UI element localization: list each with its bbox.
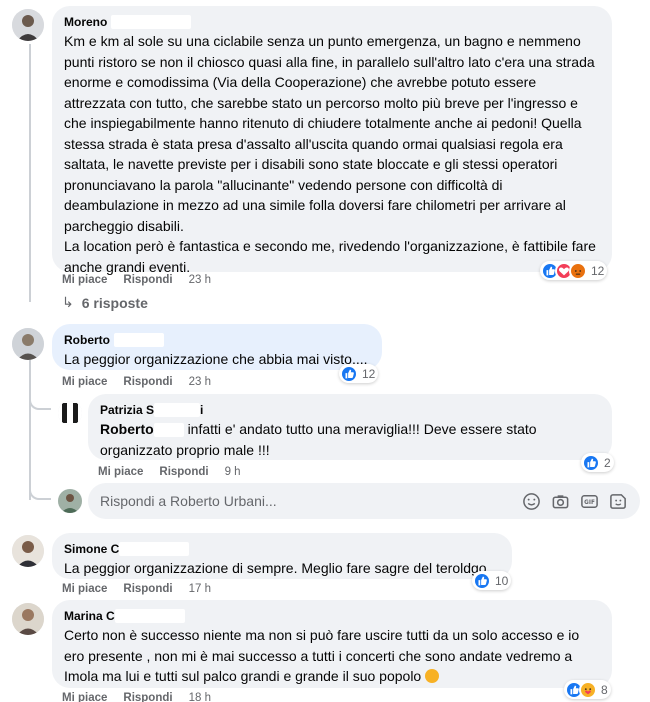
- thread-curve: [29, 470, 51, 500]
- reaction-summary[interactable]: 12: [339, 364, 379, 383]
- angry-icon: [569, 261, 587, 280]
- like-button[interactable]: Mi piace: [62, 274, 107, 286]
- comment-actions: Mi piace Rispondi 23 h: [62, 376, 211, 388]
- comment-text: Roberto infatti e' andato tutto una mera…: [100, 421, 537, 458]
- reply-input[interactable]: Rispondi a Roberto Urbani... GIF: [88, 483, 640, 519]
- like-button[interactable]: Mi piace: [98, 466, 143, 478]
- emoji-icon[interactable]: [522, 492, 541, 511]
- svg-text:GIF: GIF: [584, 499, 595, 505]
- comment-text: Km e km al sole su una ciclabile senza u…: [64, 33, 595, 234]
- comment-actions: Mi piace Rispondi 23 h: [62, 274, 211, 286]
- comment-author[interactable]: Marina C: [64, 608, 600, 623]
- reply-input-placeholder: Rispondi a Roberto Urbani...: [100, 493, 277, 509]
- reaction-summary[interactable]: 2: [581, 453, 614, 472]
- comment-time[interactable]: 23 h: [189, 376, 211, 388]
- reply-bubble: Patrizia Si Roberto infatti e' andato tu…: [88, 394, 612, 460]
- reaction-count: 2: [604, 455, 611, 470]
- comment-text: Certo non è successo niente ma non si pu…: [64, 627, 580, 684]
- comment-author[interactable]: Simone C: [64, 541, 500, 556]
- sticker-icon[interactable]: [609, 492, 628, 511]
- comment-time[interactable]: 23 h: [189, 274, 211, 286]
- reaction-summary[interactable]: 12: [540, 261, 608, 280]
- comment-bubble: Roberto La peggior organizzazione che ab…: [52, 324, 382, 370]
- gif-icon[interactable]: GIF: [580, 492, 599, 511]
- comment-time[interactable]: 9 h: [225, 466, 241, 478]
- comment-bubble: Moreno Km e km al sole su una ciclabile …: [52, 6, 612, 275]
- reaction-count: 12: [591, 263, 605, 278]
- comment-bubble: Simone C La peggior organizzazione di se…: [52, 533, 512, 579]
- comment-time[interactable]: 18 h: [189, 692, 211, 702]
- care-icon: [579, 680, 597, 699]
- reply-button[interactable]: Rispondi: [123, 692, 172, 702]
- reply-button[interactable]: Rispondi: [159, 466, 208, 478]
- thread-curve: [29, 380, 51, 410]
- reaction-count: 12: [362, 366, 376, 381]
- current-user-avatar[interactable]: [58, 489, 82, 513]
- hug-emoji-icon: [425, 669, 440, 683]
- comment-text-2: La location però è fantastica e secondo …: [64, 238, 596, 275]
- avatar[interactable]: [12, 9, 44, 41]
- reply-tools: GIF: [522, 492, 628, 511]
- mention-link[interactable]: Roberto: [100, 421, 154, 437]
- like-icon: [340, 364, 358, 383]
- view-replies-link[interactable]: ↳ 6 risposte: [62, 294, 148, 311]
- avatar[interactable]: [12, 603, 44, 635]
- comment-author[interactable]: Moreno: [64, 14, 600, 29]
- comment-time[interactable]: 17 h: [189, 583, 211, 595]
- like-button[interactable]: Mi piace: [62, 583, 107, 595]
- comment-text: La peggior organizzazione di sempre. Meg…: [64, 560, 491, 576]
- replies-count-label: 6 risposte: [81, 294, 148, 311]
- reply-button[interactable]: Rispondi: [123, 376, 172, 388]
- like-icon: [582, 453, 600, 472]
- comment-text: La peggior organizzazione che abbia mai …: [64, 351, 368, 367]
- comment-author[interactable]: Roberto: [64, 332, 370, 347]
- comment-actions: Mi piace Rispondi 17 h: [62, 583, 211, 595]
- avatar[interactable]: [12, 328, 44, 360]
- reply-arrow-icon: ↳: [62, 294, 74, 310]
- comment-bubble: Marina C Certo non è successo niente ma …: [52, 600, 612, 688]
- reply-button[interactable]: Rispondi: [123, 583, 172, 595]
- like-icon: [473, 571, 491, 590]
- reaction-summary[interactable]: 8: [564, 680, 611, 699]
- reaction-count: 8: [601, 682, 608, 697]
- reaction-count: 10: [495, 573, 509, 588]
- avatar[interactable]: [12, 535, 44, 567]
- thread-line: [29, 44, 31, 302]
- avatar[interactable]: [58, 401, 82, 425]
- comment-actions: Mi piace Rispondi 9 h: [98, 466, 241, 478]
- camera-icon[interactable]: [551, 492, 570, 511]
- reply-button[interactable]: Rispondi: [123, 274, 172, 286]
- like-button[interactable]: Mi piace: [62, 692, 107, 702]
- like-button[interactable]: Mi piace: [62, 376, 107, 388]
- comment-author[interactable]: Patrizia Si: [100, 402, 600, 417]
- reaction-summary[interactable]: 10: [472, 571, 512, 590]
- comment-actions: Mi piace Rispondi 18 h: [62, 692, 211, 702]
